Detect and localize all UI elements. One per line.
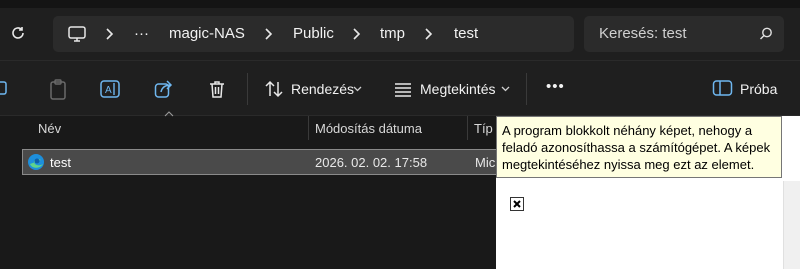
search-box[interactable]: Keresés: test [584, 16, 784, 52]
command-bar: A Rendezés Megtekintés ••• Próba [0, 60, 800, 116]
breadcrumb-item[interactable]: Public [293, 25, 334, 42]
more-options-button[interactable]: ••• [546, 78, 565, 95]
column-header-modified[interactable]: Módosítás dátuma [315, 121, 422, 136]
preview-pane-icon[interactable] [712, 79, 734, 97]
column-header-type[interactable]: Típ [474, 121, 493, 136]
column-divider[interactable] [308, 116, 309, 140]
rename-icon[interactable]: A [100, 79, 122, 99]
share-icon[interactable] [154, 79, 174, 99]
view-button[interactable]: Megtekintés [420, 81, 495, 97]
preview-pane: A program blokkolt néhány képet, nehogy … [496, 116, 800, 269]
address-bar[interactable]: ··· magic-NAS Public tmp test [53, 16, 574, 52]
file-modified: 2026. 02. 02. 17:58 [315, 155, 428, 170]
broken-image-icon [510, 197, 524, 211]
breadcrumb-item[interactable]: magic-NAS [169, 25, 245, 42]
file-type: Mic [475, 155, 496, 170]
sort-button[interactable]: Rendezés [291, 81, 354, 97]
toolbar-divider [526, 73, 527, 105]
title-area: ··· magic-NAS Public tmp test Keresés: t… [0, 0, 800, 60]
search-icon[interactable] [758, 26, 774, 42]
preview-scrollbar[interactable] [783, 181, 800, 269]
chevron-right-icon[interactable] [423, 27, 435, 41]
chevron-down-icon[interactable] [353, 86, 362, 92]
breadcrumb-item[interactable]: tmp [380, 25, 405, 42]
svg-text:A: A [105, 85, 112, 96]
sort-icon[interactable] [264, 79, 284, 99]
preview-button[interactable]: Próba [740, 81, 777, 97]
copy-icon[interactable] [0, 79, 12, 99]
blocked-images-tooltip[interactable]: A program blokkolt néhány képet, nehogy … [496, 116, 782, 178]
chevron-right-icon[interactable] [104, 27, 116, 41]
column-header-name[interactable]: Név [38, 121, 61, 136]
top-strip [0, 0, 800, 8]
refresh-icon[interactable] [8, 23, 28, 43]
chevron-down-icon[interactable] [501, 86, 510, 92]
toolbar-divider [247, 73, 248, 105]
delete-icon[interactable] [207, 79, 227, 99]
search-input[interactable]: Keresés: test [599, 25, 687, 42]
sort-arrow-icon [164, 111, 174, 117]
edge-icon [28, 154, 44, 170]
chevron-right-icon[interactable] [263, 27, 275, 41]
breadcrumb-item[interactable]: test [454, 25, 478, 42]
chevron-right-icon[interactable] [351, 27, 363, 41]
computer-icon[interactable] [67, 24, 87, 44]
column-divider[interactable] [467, 116, 468, 140]
breadcrumb-overflow[interactable]: ··· [134, 25, 149, 42]
file-name: test [50, 155, 71, 170]
table-row[interactable]: test 2026. 02. 02. 17:58 Mic [22, 149, 498, 175]
view-icon[interactable] [393, 79, 413, 99]
paste-icon[interactable] [48, 79, 68, 101]
